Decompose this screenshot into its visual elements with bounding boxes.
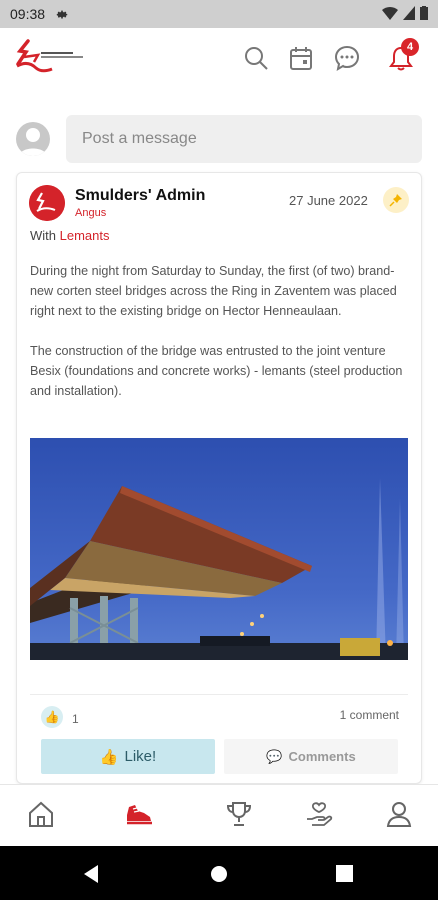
post-message-input[interactable]: [66, 115, 422, 163]
charity-hand-icon[interactable]: [304, 799, 334, 829]
comments-button[interactable]: 💬 Comments: [224, 739, 398, 774]
wifi-icon: [382, 7, 398, 20]
status-bar: 09:38: [0, 0, 438, 28]
post-composer: [0, 110, 438, 168]
comment-bubble-icon: 💬: [266, 748, 283, 764]
chat-icon[interactable]: [333, 44, 361, 72]
with-company-link[interactable]: Lemants: [60, 228, 110, 243]
bottom-navigation: [0, 784, 438, 847]
thumbs-up-icon: 👍: [99, 748, 119, 766]
battery-icon: [420, 6, 428, 20]
post-card: Smulders' Admin Angus 27 June 2022 With …: [16, 172, 422, 784]
post-date: 27 June 2022: [289, 193, 368, 208]
app-header: 4: [0, 28, 438, 90]
with-prefix: With: [30, 228, 56, 243]
author-subtitle[interactable]: Angus: [75, 207, 106, 219]
status-time: 09:38: [10, 6, 46, 22]
back-icon[interactable]: [83, 865, 99, 883]
calendar-icon[interactable]: [287, 44, 315, 72]
profile-icon[interactable]: [384, 799, 414, 829]
post-paragraph: During the night from Saturday to Sunday…: [30, 264, 397, 318]
running-shoe-icon[interactable]: [124, 799, 154, 829]
post-body: During the night from Saturday to Sunday…: [30, 261, 410, 421]
post-divider: [30, 694, 408, 695]
pin-icon: [389, 194, 402, 207]
smulders-logo[interactable]: [14, 38, 86, 78]
post-photo[interactable]: [30, 438, 408, 660]
notification-badge: 4: [401, 38, 419, 56]
like-reaction-icon[interactable]: 👍: [41, 706, 63, 728]
signal-icon: [403, 6, 415, 20]
like-button[interactable]: 👍 Like!: [41, 739, 215, 774]
pin-badge: [383, 187, 409, 213]
recent-apps-icon[interactable]: [336, 865, 353, 882]
search-icon[interactable]: [242, 44, 270, 72]
author-name[interactable]: Smulders' Admin: [75, 187, 205, 205]
user-avatar[interactable]: [16, 122, 50, 156]
comments-button-label: Comments: [288, 749, 356, 764]
post-paragraph: The construction of the bridge was entru…: [30, 344, 403, 398]
home-circle-icon[interactable]: [210, 865, 228, 883]
like-button-label: Like!: [124, 748, 157, 765]
author-avatar[interactable]: [29, 185, 65, 221]
default-avatar-icon: [19, 128, 47, 156]
settings-gear-icon: [56, 10, 68, 19]
home-icon[interactable]: [26, 799, 56, 829]
system-navigation-bar: [0, 846, 438, 900]
like-count: 1: [72, 712, 79, 726]
trophy-icon[interactable]: [224, 799, 254, 829]
comment-count[interactable]: 1 comment: [340, 708, 399, 722]
with-line: With Lemants: [30, 228, 110, 243]
